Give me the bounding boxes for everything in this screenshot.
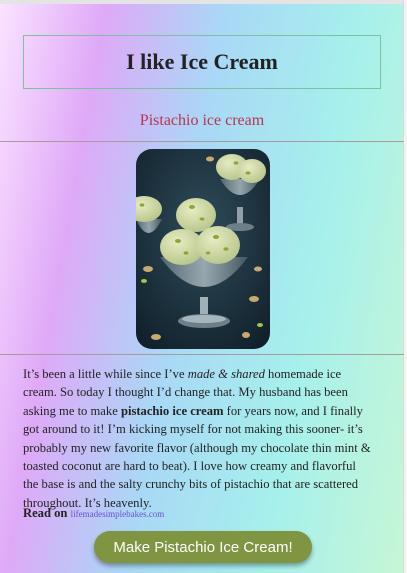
recipe-subtitle: Pistachio ice cream [139, 112, 265, 129]
recipe-description: It’s been a little while since I’ve made… [23, 365, 373, 512]
make-recipe-button[interactable]: Make Pistachio Ice Cream! [94, 531, 312, 563]
source-link[interactable]: lifemadesimplebakes.com [71, 509, 165, 519]
ice-cream-illustration [136, 149, 270, 349]
description-emphasis: made & shared [187, 367, 265, 381]
read-on-label: Read on [23, 506, 68, 520]
ice-cream-photo [136, 149, 270, 349]
page-title: I like Ice Cream [126, 49, 278, 74]
page: I like Ice Cream Pistachio ice cream It’… [0, 0, 404, 573]
title-box: I like Ice Cream [23, 35, 381, 89]
description-strong: pistachio ice cream [120, 403, 224, 418]
description-text-3: for years now, and I finally got around … [23, 403, 371, 510]
divider-top [0, 141, 404, 142]
divider-bottom [0, 354, 404, 355]
description-text-1: It’s been a little while since I’ve [23, 367, 188, 381]
read-on-line: Read on lifemadesimplebakes.com [23, 506, 164, 521]
